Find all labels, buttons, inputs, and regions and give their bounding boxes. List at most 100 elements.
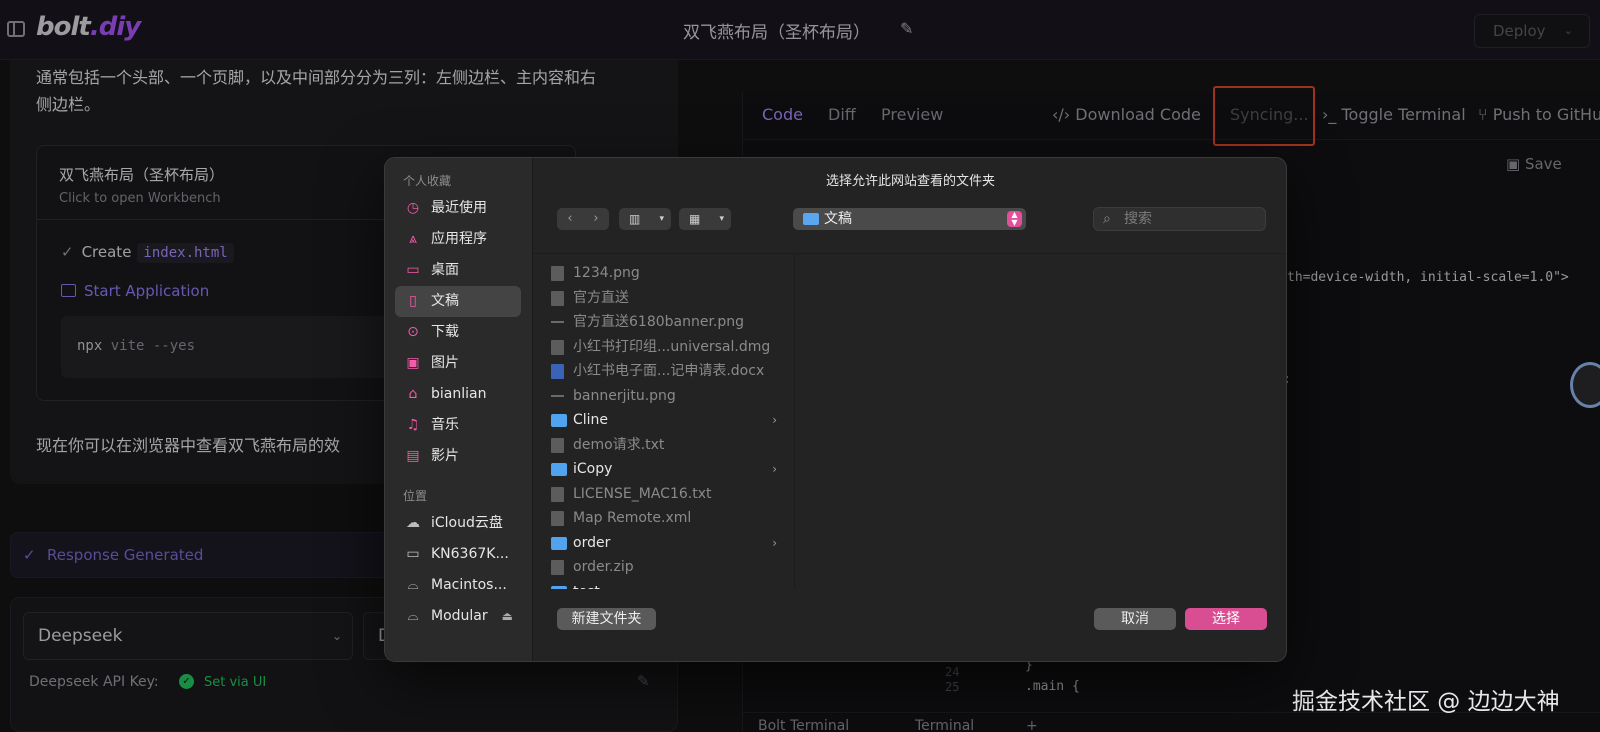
sidebar-item-downloads[interactable]: ⊙ 下载 xyxy=(395,317,521,348)
edit-title-icon[interactable]: ✎ xyxy=(900,20,918,38)
dialog-sidebar: 个人收藏 ◷ 最近使用 ⩓ 应用程序 ▭ 桌面 ▯ 文稿 ⊙ 下载 ▣ 图片 ⌂ bianli… xyxy=(385,158,533,661)
choose-button[interactable]: 选择 xyxy=(1185,608,1267,630)
file-name: iCopy xyxy=(573,461,613,477)
file-name: 小红书打印组...universal.dmg xyxy=(573,338,771,355)
folder-icon xyxy=(551,463,567,476)
document-icon: ▯ xyxy=(409,293,417,309)
sidebar-item-computer[interactable]: ▭ KN6367K... xyxy=(395,539,521,570)
edit-api-key-icon[interactable]: ✎ xyxy=(637,672,650,690)
sidebar-item-home[interactable]: ⌂ bianlian xyxy=(395,379,521,410)
dialog-title: 选择允许此网站查看的文件夹 xyxy=(825,174,995,189)
api-key-label: Deepseek API Key: xyxy=(29,674,159,690)
sidebar-item-documents[interactable]: ▯ 文稿 xyxy=(395,286,521,317)
download-code-button[interactable]: ‹/› Download Code xyxy=(1052,105,1201,124)
file-name: order.zip xyxy=(573,559,634,575)
desktop-icon: ▭ xyxy=(406,262,420,278)
folder-row[interactable]: Cline › xyxy=(533,408,794,432)
folder-row[interactable]: iCopy › xyxy=(533,457,794,481)
push-to-github-button[interactable]: ⑂ Push to GitHu xyxy=(1478,105,1600,124)
search-icon: ⌕ xyxy=(1103,211,1111,227)
disk-icon: ⌓ xyxy=(407,577,419,593)
forward-icon[interactable]: › xyxy=(583,210,609,228)
sidebar-item-icloud[interactable]: ☁ iCloud云盘 xyxy=(395,508,521,539)
sidebar-item-music[interactable]: ♫ 音乐 xyxy=(395,410,521,441)
sidebar-item-modular[interactable]: ⌓ Modular ⏏ xyxy=(395,601,521,632)
file-row: Map Remote.xml xyxy=(533,506,794,530)
updown-chevron-icon: ▲ ▼ xyxy=(1007,211,1022,227)
sidebar-toggle-icon[interactable] xyxy=(7,21,25,37)
folder-icon xyxy=(551,414,567,427)
tab-bolt-terminal[interactable]: Bolt Terminal xyxy=(758,718,849,732)
code-line: .main { xyxy=(1025,679,1080,694)
tab-preview[interactable]: Preview xyxy=(881,105,943,124)
line-number: 25 xyxy=(945,680,960,694)
chevron-right-icon: › xyxy=(772,413,777,427)
code-line: th=device-width, initial-scale=1.0"> xyxy=(1287,270,1569,285)
location-select[interactable]: 文稿 ▲ ▼ xyxy=(793,208,1026,230)
back-icon[interactable]: ‹ xyxy=(557,210,583,228)
file-name: order xyxy=(573,534,611,551)
column-view-button[interactable]: ▥ ▾ xyxy=(619,208,671,230)
music-icon: ♫ xyxy=(406,417,420,433)
tab-terminal[interactable]: Terminal xyxy=(915,718,974,732)
file-icon xyxy=(551,321,564,323)
folder-icon xyxy=(551,536,567,550)
file-row: order.zip xyxy=(533,555,794,579)
chevron-down-icon: ▾ xyxy=(719,214,724,224)
chevron-right-icon: › xyxy=(772,535,777,550)
sidebar-item-macintosh-hd[interactable]: ⌓ Macintos... xyxy=(395,570,521,601)
grid-icon: ▦ xyxy=(689,212,701,226)
file-icon xyxy=(551,394,564,397)
file-name: Map Remote.xml xyxy=(573,510,692,526)
folder-row[interactable]: order › xyxy=(533,531,794,555)
save-icon: ▣ xyxy=(1506,155,1521,173)
file-icon xyxy=(551,437,564,453)
group-view-button[interactable]: ▦ ▾ xyxy=(679,208,731,230)
file-row: 官方直送6180banner.png xyxy=(533,310,794,334)
file-row: bannerjitu.png xyxy=(533,384,794,408)
sidebar-item-movies[interactable]: ▤ 影片 xyxy=(395,441,521,472)
step-create: ✓ Create index.html xyxy=(61,243,234,263)
file-row: 官方直送 xyxy=(533,286,794,310)
chevron-down-icon: ⌄ xyxy=(331,629,342,643)
file-row: LICENSE_MAC16.txt xyxy=(533,482,794,506)
step-start-application: Start Application xyxy=(61,282,209,300)
save-button[interactable]: ▣ Save xyxy=(1506,155,1562,173)
toggle-terminal-button[interactable]: ›_ Toggle Terminal xyxy=(1322,105,1466,124)
eject-icon[interactable]: ⏏ xyxy=(502,601,513,632)
file-icon xyxy=(551,266,564,281)
folder-picker-dialog: 个人收藏 ◷ 最近使用 ⩓ 应用程序 ▭ 桌面 ▯ 文稿 ⊙ 下载 ▣ 图片 ⌂ bianli… xyxy=(384,157,1287,662)
chevron-down-icon: ▾ xyxy=(659,214,664,224)
laptop-icon: ▭ xyxy=(406,546,420,562)
chevron-down-icon: ⌄ xyxy=(1563,24,1573,37)
file-icon xyxy=(551,560,564,575)
app-header: bolt.diy 双飞燕布局（圣杯布局） ✎ Deploy ⌄ xyxy=(0,0,1600,60)
sidebar-item-desktop[interactable]: ▭ 桌面 xyxy=(395,255,521,286)
file-name: 小红书电子面...记申请表.docx xyxy=(573,363,765,379)
tab-diff[interactable]: Diff xyxy=(828,105,856,124)
terminal-icon: ›_ xyxy=(1322,105,1337,124)
photo-icon: ▣ xyxy=(406,355,420,371)
search-input[interactable]: ⌕ 搜索 xyxy=(1093,207,1266,231)
file-name: Cline xyxy=(573,412,609,428)
add-terminal-icon[interactable]: + xyxy=(1026,718,1038,732)
provider-select[interactable]: Deepseek ⌄ xyxy=(23,612,353,660)
highlight-box xyxy=(1213,86,1315,146)
tab-code[interactable]: Code xyxy=(762,105,803,124)
folder-row[interactable]: test › xyxy=(533,580,794,589)
sidebar-item-applications[interactable]: ⩓ 应用程序 xyxy=(395,224,521,255)
cancel-button[interactable]: 取消 xyxy=(1094,608,1176,630)
sidebar-item-pictures[interactable]: ▣ 图片 xyxy=(395,348,521,379)
api-key-status: Set via UI xyxy=(204,675,267,690)
assistant-closing-text: 现在你可以在浏览器中查看双飞燕布局的效 xyxy=(36,436,341,455)
page-title: 双飞燕布局（圣杯布局） xyxy=(683,23,870,43)
new-folder-button[interactable]: 新建文件夹 xyxy=(557,608,656,630)
sidebar-item-recents[interactable]: ◷ 最近使用 xyxy=(395,193,521,224)
app-logo[interactable]: bolt.diy xyxy=(36,12,141,42)
folder-icon xyxy=(551,585,567,589)
deploy-button[interactable]: Deploy ⌄ xyxy=(1474,14,1590,48)
check-circle-icon: ✓ xyxy=(179,674,194,689)
file-chip: index.html xyxy=(137,243,234,263)
file-row: demo请求.txt xyxy=(533,433,794,457)
download-icon: ⊙ xyxy=(407,324,419,340)
